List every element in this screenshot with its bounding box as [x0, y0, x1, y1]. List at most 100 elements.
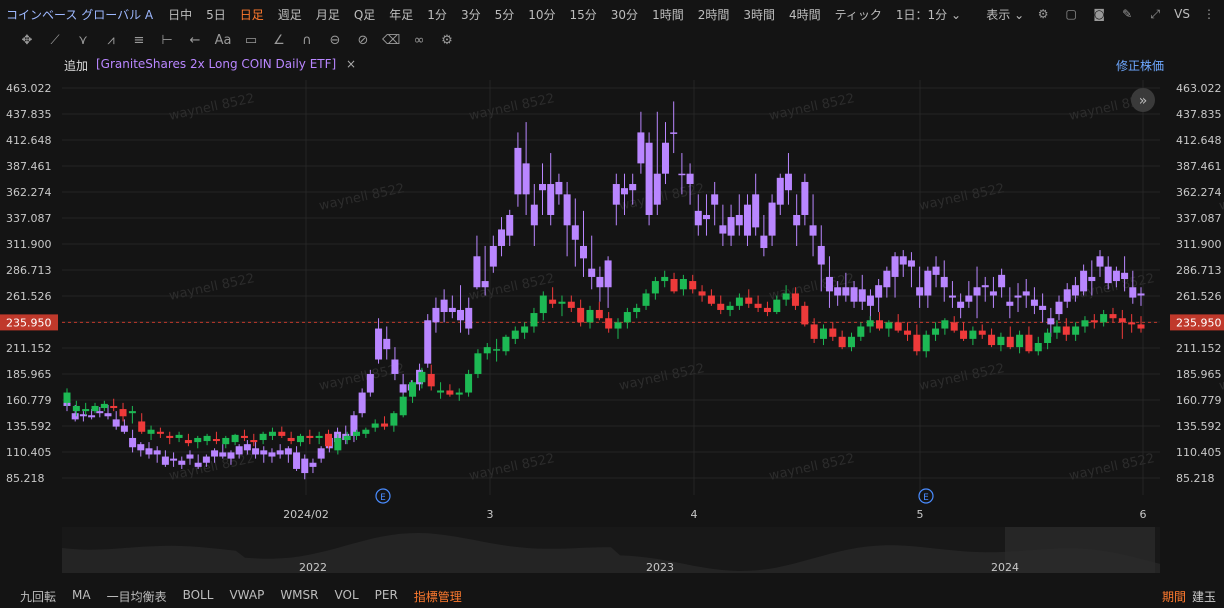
main-candle — [633, 307, 641, 313]
compare-candle — [1030, 299, 1038, 306]
indicator-2[interactable]: 一目均衡表 — [99, 588, 175, 605]
compare-candle — [1121, 272, 1129, 279]
compare-candle — [1112, 270, 1120, 282]
bottom-tab-1[interactable]: 建玉 — [1192, 590, 1216, 604]
compare-candle — [1047, 318, 1055, 325]
bottom-tab-0[interactable]: 期間 — [1162, 590, 1186, 604]
watermark-text: waynell 8522 — [168, 271, 256, 304]
compare-candle — [752, 194, 760, 228]
main-candle — [147, 429, 155, 434]
main-candle — [240, 435, 248, 438]
compare-candle — [301, 458, 309, 474]
indicator-8[interactable]: 指標管理 — [406, 588, 470, 605]
indicator-5[interactable]: WMSR — [272, 588, 326, 605]
main-candle — [324, 433, 332, 447]
compare-candle — [465, 307, 473, 329]
main-candle — [483, 347, 491, 354]
y-tick-right: 362.274 — [1176, 186, 1222, 199]
compare-candle — [645, 142, 653, 215]
indicator-4[interactable]: VWAP — [221, 588, 272, 605]
main-candle — [1072, 326, 1080, 335]
time-axis: 2024/02 3 4 5 6 E E — [283, 488, 1147, 521]
compare-candle — [891, 256, 899, 277]
main-candle — [698, 291, 706, 296]
scroll-forward-button[interactable]: » — [1131, 88, 1155, 112]
indicator-7[interactable]: PER — [367, 588, 406, 605]
main-candle — [82, 409, 90, 412]
main-candle — [763, 307, 771, 313]
indicator-6[interactable]: VOL — [327, 588, 367, 605]
indicator-1[interactable]: MA — [64, 588, 99, 605]
main-candle — [399, 396, 407, 416]
x-tick-label: 6 — [1140, 508, 1147, 521]
compare-candle — [104, 413, 112, 417]
compare-candle — [1014, 295, 1022, 298]
compare-candle — [473, 256, 481, 288]
y-tick-right: 211.152 — [1176, 342, 1222, 355]
compare-candle — [522, 163, 530, 195]
main-candle — [689, 281, 697, 290]
compare-candle — [924, 270, 932, 296]
main-candle — [315, 435, 323, 438]
main-candle — [997, 336, 1005, 346]
compare-candle — [120, 425, 128, 432]
compare-candle — [932, 266, 940, 275]
main-candle — [894, 322, 902, 331]
y-tick-right: 185.965 — [1176, 368, 1222, 381]
main-candle — [735, 297, 743, 306]
compare-candle — [768, 202, 776, 236]
main-candle — [128, 411, 136, 414]
compare-candle — [268, 452, 276, 457]
compare-candle — [965, 295, 973, 302]
compare-candle — [727, 217, 735, 236]
main-series — [63, 270, 1145, 455]
main-candle — [605, 318, 613, 329]
compare-candle — [227, 452, 235, 459]
compare-candle — [916, 287, 924, 296]
compare-candle — [284, 448, 292, 455]
main-candle — [250, 440, 258, 443]
compare-candle — [506, 214, 514, 236]
main-candle — [810, 324, 818, 339]
compare-candle — [571, 225, 579, 240]
main-candle — [521, 326, 529, 333]
compare-candle — [899, 256, 907, 265]
main-candle — [754, 303, 762, 308]
compare-candle — [514, 147, 522, 195]
compare-candle — [760, 235, 768, 249]
navigator-year-label: 2022 — [299, 561, 327, 574]
compare-candle — [161, 456, 169, 465]
x-tick-label: 4 — [691, 508, 698, 521]
y-tick-left: 437.835 — [6, 108, 52, 121]
main-candle — [857, 326, 865, 337]
compare-candle — [219, 452, 227, 457]
compare-candle — [1080, 270, 1088, 292]
indicator-0[interactable]: 九回転 — [12, 588, 64, 605]
compare-candle — [432, 307, 440, 323]
indicator-3[interactable]: BOLL — [175, 588, 222, 605]
main-candle — [381, 423, 389, 427]
watermark-text: waynell 8522 — [768, 91, 856, 124]
main-candle — [1034, 342, 1042, 352]
y-tick-left: 311.900 — [6, 238, 52, 251]
compare-candle — [194, 462, 202, 467]
main-candle — [371, 423, 379, 428]
double-chevron-icon: » — [1139, 93, 1148, 109]
compare-candle — [735, 214, 743, 226]
main-candle — [100, 403, 108, 409]
main-candle — [717, 303, 725, 310]
main-candle — [194, 437, 202, 443]
main-candle — [1090, 320, 1098, 323]
main-candle — [268, 431, 276, 436]
compare-candle — [661, 142, 669, 174]
compare-candle — [825, 276, 833, 292]
watermark-text: waynell 8522 — [318, 181, 406, 214]
main-candle — [212, 438, 220, 442]
navigator-year-label: 2023 — [646, 561, 674, 574]
compare-candle — [366, 373, 374, 393]
compare-candle — [178, 460, 186, 465]
main-candle — [549, 299, 557, 304]
price-chart[interactable]: waynell 8522 waynell 8522 waynell 8522 wayn… — [0, 0, 1224, 608]
main-candle — [866, 320, 874, 327]
main-candle — [1118, 318, 1126, 323]
